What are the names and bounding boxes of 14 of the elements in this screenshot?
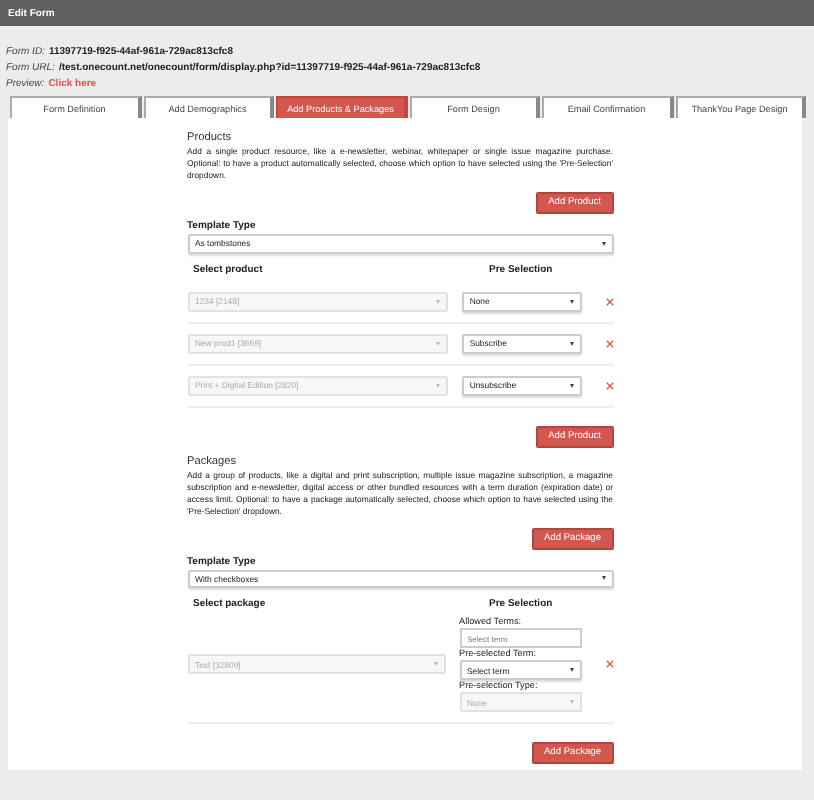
caret-icon bbox=[601, 241, 605, 246]
caret-icon bbox=[569, 341, 574, 345]
caret-icon bbox=[435, 383, 440, 387]
caret-icon bbox=[435, 299, 440, 303]
remove-icon[interactable] bbox=[605, 660, 613, 668]
remove-icon[interactable] bbox=[605, 381, 613, 389]
caret-icon bbox=[569, 700, 573, 704]
caret-icon bbox=[433, 662, 437, 666]
remove-icon[interactable] bbox=[605, 297, 613, 305]
caret-icon bbox=[435, 341, 440, 345]
remove-icon[interactable] bbox=[605, 339, 613, 347]
caret-icon bbox=[569, 299, 574, 303]
caret-icon bbox=[569, 383, 574, 387]
caret-icon bbox=[569, 668, 573, 672]
